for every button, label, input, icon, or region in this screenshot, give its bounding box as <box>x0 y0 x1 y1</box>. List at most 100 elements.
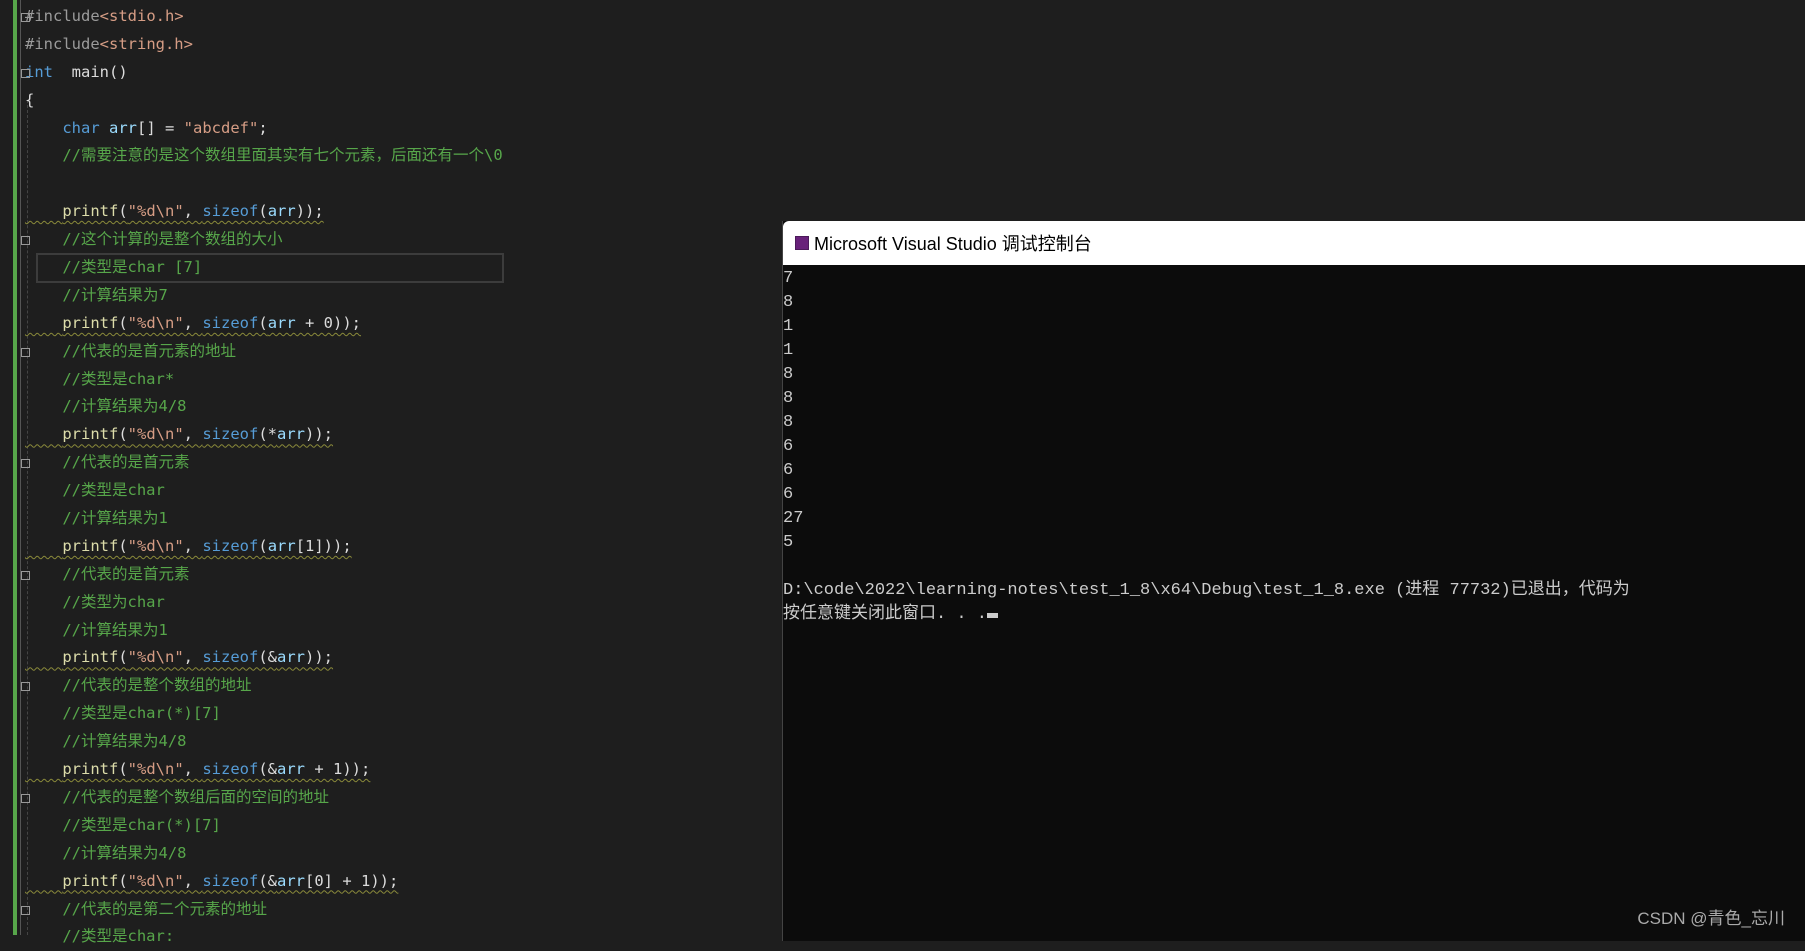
code-line[interactable]: //类型是char [7] <box>36 253 504 283</box>
code-token: ( <box>258 313 268 332</box>
code-token: arr <box>267 536 296 555</box>
debug-console-window[interactable]: Microsoft Visual Studio 调试控制台 7 8 1 1 8 8 8 6 6 6… <box>782 221 1805 941</box>
code-token: //代表的是第二个元素的地址 <box>62 899 267 918</box>
code-line[interactable]: //这个计算的是整个数组的大小 <box>21 226 503 254</box>
code-token: arr <box>267 313 296 332</box>
fold-toggle-icon[interactable] <box>21 905 30 915</box>
code-line[interactable]: //代表的是首元素 <box>21 449 503 477</box>
code-line[interactable]: //类型是char(*)[7] <box>25 700 503 728</box>
code-line[interactable]: //计算结果为4/8 <box>25 393 503 421</box>
fold-toggle-icon[interactable] <box>21 236 30 246</box>
code-token: "%d\n" <box>127 871 184 890</box>
code-line[interactable]: #include<string.h> <box>25 31 503 59</box>
code-line[interactable]: printf("%d\n", sizeof(&arr[0] + 1)); <box>25 868 503 896</box>
code-token: )); <box>305 425 334 444</box>
code-token: #include <box>25 7 100 25</box>
code-token: + 0)); <box>295 313 362 332</box>
code-line[interactable]: #include<stdio.h> <box>21 3 503 31</box>
code-line[interactable]: int main() <box>21 59 503 87</box>
code-line[interactable]: char arr[] = "abcdef"; <box>25 115 503 143</box>
code-line[interactable]: printf("%d\n", sizeof(*arr)); <box>25 421 503 449</box>
code-token: //需要注意的是这个数组里面其实有七个元素，后面还有一个\0 <box>62 146 503 165</box>
code-line[interactable]: printf("%d\n", sizeof(&arr)); <box>25 644 503 672</box>
code-token: //类型为char <box>62 592 165 611</box>
code-line[interactable]: printf("%d\n", sizeof(&arr + 1)); <box>25 756 503 784</box>
code-line[interactable]: //计算结果为1 <box>25 505 503 533</box>
code-line[interactable]: //代表的是首元素 <box>21 561 503 589</box>
code-token: , <box>183 760 203 779</box>
code-token: <string.h> <box>99 34 193 53</box>
console-output-line: 8 <box>783 293 794 312</box>
code-token: , <box>183 425 203 444</box>
code-token: , <box>183 536 203 555</box>
fold-toggle-icon[interactable] <box>21 793 30 803</box>
code-token: )); <box>295 202 324 221</box>
watermark: CSDN @青色_忘川 <box>1637 909 1785 928</box>
code-line[interactable]: printf("%d\n", sizeof(arr)); <box>25 198 503 226</box>
code-token: (& <box>258 648 278 667</box>
code-token: #include <box>25 34 100 53</box>
code-line[interactable]: //需要注意的是这个数组里面其实有七个元素，后面还有一个\0 <box>25 142 503 170</box>
code-line[interactable]: //代表的是整个数组后面的空间的地址 <box>21 784 503 812</box>
code-token: //代表的是整个数组的地址 <box>62 676 252 695</box>
code-token: //类型是char [7] <box>62 258 203 277</box>
code-line[interactable] <box>25 170 503 198</box>
code-line[interactable]: //计算结果为7 <box>25 282 503 310</box>
console-output-line: 1 <box>783 317 794 336</box>
code-line[interactable]: //代表的是首元素的地址 <box>21 338 503 366</box>
code-token: arr <box>277 871 306 890</box>
code-line[interactable]: //计算结果为1 <box>25 617 503 645</box>
code-line[interactable]: //类型是char* <box>25 366 503 394</box>
code-token: [] = <box>136 118 184 137</box>
code-line[interactable]: //计算结果为4/8 <box>25 840 503 868</box>
fold-toggle-icon[interactable] <box>21 347 30 357</box>
code-line[interactable]: //计算结果为4/8 <box>25 728 503 756</box>
code-token: sizeof <box>202 648 259 667</box>
code-line[interactable]: //类型是char(*)[7] <box>25 812 503 840</box>
code-token: "%d\n" <box>127 202 184 221</box>
code-token: //类型是char(*)[7] <box>62 704 221 723</box>
code-line[interactable]: { <box>25 87 503 115</box>
fold-toggle-icon[interactable] <box>21 682 30 692</box>
code-line[interactable]: printf("%d\n", sizeof(arr[1])); <box>25 533 503 561</box>
code-line[interactable]: //代表的是第二个元素的地址 <box>21 896 503 924</box>
console-output-line: 6 <box>783 461 794 480</box>
code-token: sizeof <box>202 536 259 555</box>
prompt-text: 按任意键关闭此窗口. . . <box>783 605 988 624</box>
code-token: printf <box>62 202 119 221</box>
fold-toggle-icon[interactable] <box>21 570 30 580</box>
code-token: //计算结果为1 <box>62 620 168 639</box>
code-line[interactable]: printf("%d\n", sizeof(arr + 0)); <box>25 310 503 338</box>
code-editor[interactable]: #include<stdio.h> #include<string.h> int m… <box>21 3 504 951</box>
code-token: //类型是char(*)[7] <box>62 815 221 834</box>
console-exit-message: D:\code\2022\learning-notes\test_1_8\x64… <box>783 581 1630 600</box>
code-token: //计算结果为7 <box>62 285 168 304</box>
console-output-line: 5 <box>783 533 794 552</box>
code-line[interactable]: //类型是char <box>25 477 503 505</box>
code-line[interactable]: //代表的是整个数组的地址 <box>21 672 503 700</box>
code-token: printf <box>62 536 119 555</box>
code-line[interactable]: //类型为char <box>25 589 503 617</box>
fold-toggle-icon[interactable] <box>21 459 30 469</box>
console-output-line: 6 <box>783 437 794 456</box>
fold-toggle-icon[interactable] <box>21 13 30 22</box>
code-line[interactable]: //类型是char: <box>25 923 503 951</box>
code-token: //计算结果为4/8 <box>62 397 187 416</box>
code-token: ( <box>118 202 128 221</box>
fold-toggle-icon[interactable] <box>21 68 30 78</box>
code-token: , <box>183 202 203 221</box>
console-titlebar[interactable]: Microsoft Visual Studio 调试控制台 <box>783 221 1805 265</box>
code-token: printf <box>62 871 119 890</box>
